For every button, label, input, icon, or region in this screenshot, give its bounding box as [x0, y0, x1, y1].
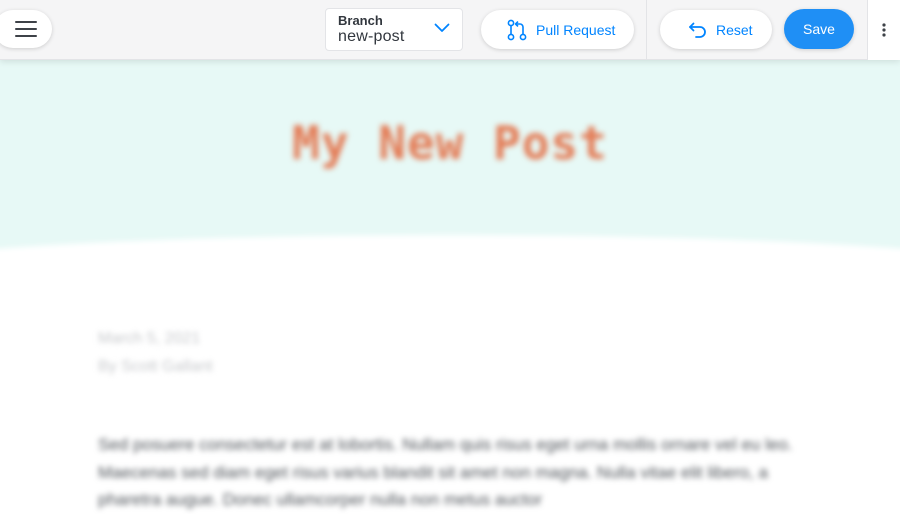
reset-button[interactable]: Reset [660, 10, 772, 49]
post-title: My New Post [292, 116, 608, 170]
hamburger-menu-icon [15, 21, 37, 37]
git-pull-request-icon [507, 19, 527, 41]
save-button[interactable]: Save [784, 9, 854, 49]
pull-request-label: Pull Request [536, 21, 616, 38]
reset-label: Reset [716, 21, 753, 38]
vertical-ellipsis-icon [882, 23, 886, 37]
undo-arrow-icon [687, 22, 707, 38]
branch-select[interactable]: Branch new-post [325, 8, 463, 51]
post-author: By Scott Gallant [98, 358, 213, 375]
toolbar-divider [646, 0, 647, 60]
post-preview: My New Post March 5, 2021 By Scott Galla… [0, 60, 900, 514]
pull-request-button[interactable]: Pull Request [481, 10, 634, 49]
save-label: Save [803, 21, 835, 37]
more-options-button[interactable] [867, 0, 900, 60]
menu-button[interactable] [0, 10, 52, 48]
branch-label: Branch [338, 13, 383, 28]
chevron-down-icon [434, 23, 450, 32]
post-date: March 5, 2021 [98, 330, 201, 347]
branch-value: new-post [338, 28, 405, 45]
post-body: Sed posuere consectetur est at lobortis.… [98, 435, 793, 509]
editor-toolbar: Branch new-post Pull Request Reset Save [0, 0, 900, 60]
